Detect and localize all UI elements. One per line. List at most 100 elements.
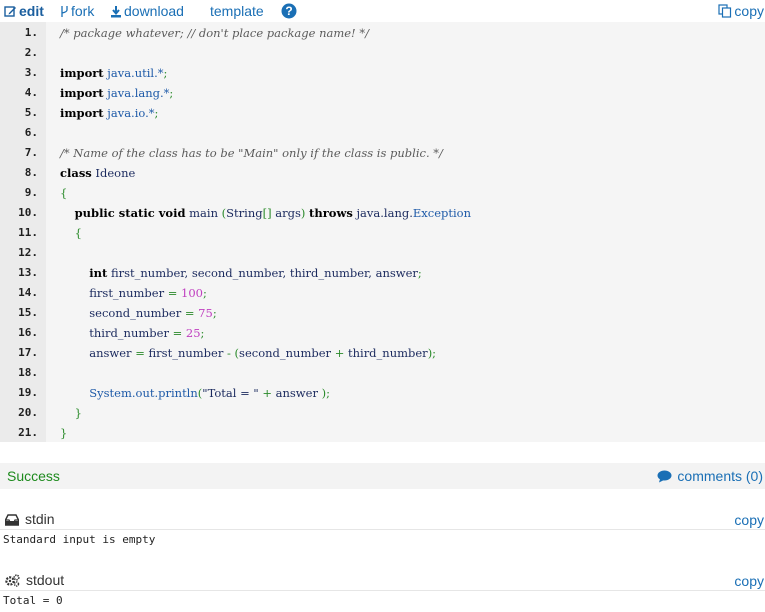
stdout-content: Total = 0: [3, 594, 63, 607]
download-icon: [111, 6, 121, 18]
stdin-copy-button[interactable]: copy: [734, 512, 764, 528]
code-token: =: [184, 306, 195, 320]
code-token: );: [427, 346, 437, 360]
code-token: ;: [154, 106, 159, 120]
fork-button[interactable]: fork: [60, 3, 94, 20]
code-token: import: [60, 106, 104, 120]
line-number: 16.: [18, 326, 38, 339]
code-token: +: [334, 346, 345, 360]
help-button[interactable]: ?: [281, 3, 299, 21]
code-line: 19. System.out.println("Total = " + answ…: [0, 383, 765, 403]
code-token: ;: [417, 266, 422, 280]
download-label: download: [124, 3, 184, 19]
code-token: System.out.println: [89, 386, 198, 400]
copy-icon: [718, 4, 732, 18]
code-text: {: [60, 183, 67, 203]
code-token: throws: [309, 206, 353, 220]
code-line: 15. second_number = 75;: [0, 303, 765, 323]
code-line: 18.: [0, 363, 765, 383]
code-token: third_number: [60, 326, 173, 340]
code-token: }: [74, 406, 82, 420]
code-text: }: [60, 403, 82, 423]
code-line: 21.}: [0, 423, 765, 443]
code-line: 9. {: [0, 183, 765, 203]
status-success: Success: [7, 468, 60, 484]
comments-link[interactable]: comments (0): [657, 468, 763, 484]
line-number: 19.: [18, 386, 38, 399]
code-line: 8. class Ideone: [0, 163, 765, 183]
code-token: answer: [271, 386, 322, 400]
code-token: Ideone: [91, 166, 136, 180]
code-token: {: [74, 226, 82, 240]
code-editor[interactable]: 1. /* package whatever; // don't place pa…: [0, 22, 765, 442]
stdout-copy-button[interactable]: copy: [734, 573, 764, 589]
code-token: main: [185, 206, 222, 220]
code-text: answer = first_number - (second_number +…: [60, 343, 436, 363]
code-token: answer: [60, 346, 136, 360]
line-number: 17.: [18, 346, 38, 359]
code-token: args: [271, 206, 301, 220]
line-number: 10.: [18, 206, 38, 219]
line-number: 8.: [24, 166, 38, 179]
stdin-title: stdin: [4, 511, 55, 527]
svg-text:?: ?: [285, 4, 292, 18]
code-line: 7. /* Name of the class has to be "Main" …: [0, 143, 765, 163]
code-token: ;: [163, 66, 168, 80]
code-text: /* package whatever; // don't place pack…: [60, 23, 369, 43]
code-text: }: [60, 423, 67, 443]
code-token: java.lang.: [352, 206, 413, 220]
code-token: 75: [198, 306, 213, 320]
code-line: 4. import java.lang.*;: [0, 83, 765, 103]
code-text: System.out.println("Total = " + answer )…: [60, 383, 330, 403]
code-token: int: [89, 266, 108, 280]
code-token: =: [135, 346, 145, 360]
stdout-label: stdout: [26, 572, 65, 588]
line-number: 3.: [24, 66, 38, 79]
code-token: []: [262, 206, 272, 220]
copy-code-button[interactable]: copy: [718, 3, 764, 20]
code-text: {: [60, 223, 82, 243]
line-number: 6.: [24, 126, 38, 139]
line-number: 5.: [24, 106, 38, 119]
code-token: {: [60, 186, 68, 200]
code-token: /* Name of the class has to be "Main" on…: [60, 146, 443, 160]
code-text: class Ideone: [60, 163, 135, 183]
code-token: second_number: [60, 306, 185, 320]
code-token: String: [226, 206, 263, 220]
code-line: 5. import java.io.*;: [0, 103, 765, 123]
line-number: 2.: [24, 46, 38, 59]
edit-button[interactable]: edit: [4, 3, 44, 20]
code-token: first_number: [60, 286, 168, 300]
code-token: ;: [202, 286, 207, 300]
inbox-icon: [4, 514, 20, 526]
code-line: 12.: [0, 243, 765, 263]
line-number: 7.: [24, 146, 38, 159]
comment-icon: [657, 470, 672, 483]
code-text: public static void main (String[] args) …: [60, 203, 471, 223]
copy-label: copy: [734, 3, 764, 19]
code-token: ;: [212, 306, 217, 320]
line-number: 1.: [24, 26, 38, 39]
code-line: 1. /* package whatever; // don't place pa…: [0, 23, 765, 43]
stdout-header: stdout copy: [0, 570, 765, 591]
line-number: 15.: [18, 306, 38, 319]
code-text: /* Name of the class has to be "Main" on…: [60, 143, 443, 163]
code-token: ;: [169, 86, 174, 100]
code-line: 10. public static void main (String[] ar…: [0, 203, 765, 223]
line-number: 20.: [18, 406, 38, 419]
template-link[interactable]: template: [210, 3, 264, 20]
code-text: int first_number, second_number, third_n…: [60, 263, 422, 283]
code-line: 6.: [0, 123, 765, 143]
code-token: Exception: [412, 206, 471, 220]
download-button[interactable]: download: [110, 3, 184, 20]
line-number: 9.: [24, 186, 38, 199]
line-number: 13.: [18, 266, 38, 279]
code-token: java.util.*: [107, 66, 164, 80]
code-token: 100: [181, 286, 203, 300]
line-number: 11.: [18, 226, 38, 239]
stdin-label: stdin: [25, 511, 55, 527]
